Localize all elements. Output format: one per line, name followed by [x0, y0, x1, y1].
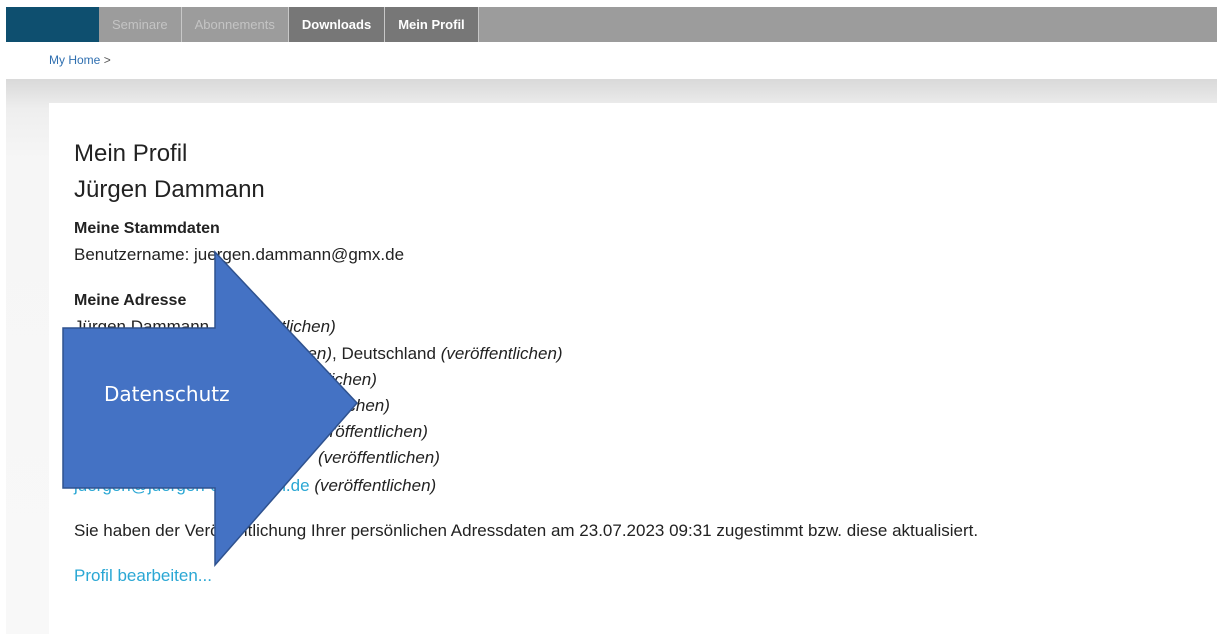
breadcrumb: My Home > [49, 53, 111, 67]
username-row: Benutzername: juergen.dammann@gmx.de [74, 245, 404, 265]
email-link[interactable]: juergen@juergen-dammann.de [74, 476, 310, 495]
username-value: juergen.dammann@gmx.de [194, 245, 405, 264]
address-line: (veröffentlichen) [318, 448, 440, 468]
page-title: Mein Profil [74, 140, 188, 167]
top-nav-bar: Seminare Abonnements Downloads Mein Prof… [6, 7, 1217, 42]
datenschutz-label: Datenschutz [104, 382, 230, 406]
address-line: 68163 Mannheim (veröffentlichen), Deutsc… [74, 344, 563, 364]
tab-downloads[interactable]: Downloads [288, 7, 386, 42]
publish-label: (veröffentlichen) [210, 344, 332, 363]
tab-seminare[interactable]: Seminare [99, 7, 182, 42]
publish-label: (veröffentlichen) [314, 476, 437, 495]
nav-logo-block[interactable] [6, 7, 99, 42]
tab-abonnements[interactable]: Abonnements [181, 7, 289, 42]
tab-mein-profil[interactable]: Mein Profil [385, 7, 479, 42]
publish-label: (veröffentlichen) [440, 344, 563, 363]
publish-label: (veröffentlichen) [306, 422, 428, 441]
address-text: 68163 Mannheim [74, 344, 206, 363]
breadcrumb-home-link[interactable]: My Home [49, 53, 100, 67]
address-line: (veröffentlichen) [268, 396, 390, 416]
address-text: Jürgen Dammann [74, 317, 210, 336]
address-line: (veröffentlichen) [255, 370, 377, 390]
stammdaten-heading: Meine Stammdaten [74, 220, 220, 237]
main-nav: Seminare Abonnements Downloads Mein Prof… [99, 7, 479, 42]
user-name: Jürgen Dammann [74, 176, 265, 203]
consent-text: Sie haben der Veröffentlichung Ihrer per… [74, 521, 979, 540]
email-row: juergen@juergen-dammann.de (veröffentlic… [74, 476, 436, 496]
publish-label: (veröffentlichen) [318, 448, 440, 467]
edit-profile-link[interactable]: Profil bearbeiten... [74, 566, 212, 586]
address-country: , Deutschland [332, 344, 436, 363]
address-line: (veröffentlichen) [306, 422, 428, 442]
address-heading: Meine Adresse [74, 292, 187, 309]
publish-label: (veröffentlichen) [213, 317, 336, 336]
publish-label: (veröffentlichen) [255, 370, 377, 389]
breadcrumb-separator: > [103, 53, 111, 67]
address-line: Jürgen Dammann (veröffentlichen) [74, 317, 336, 337]
username-label: Benutzername: [74, 245, 190, 264]
publish-label: (veröffentlichen) [268, 396, 390, 415]
